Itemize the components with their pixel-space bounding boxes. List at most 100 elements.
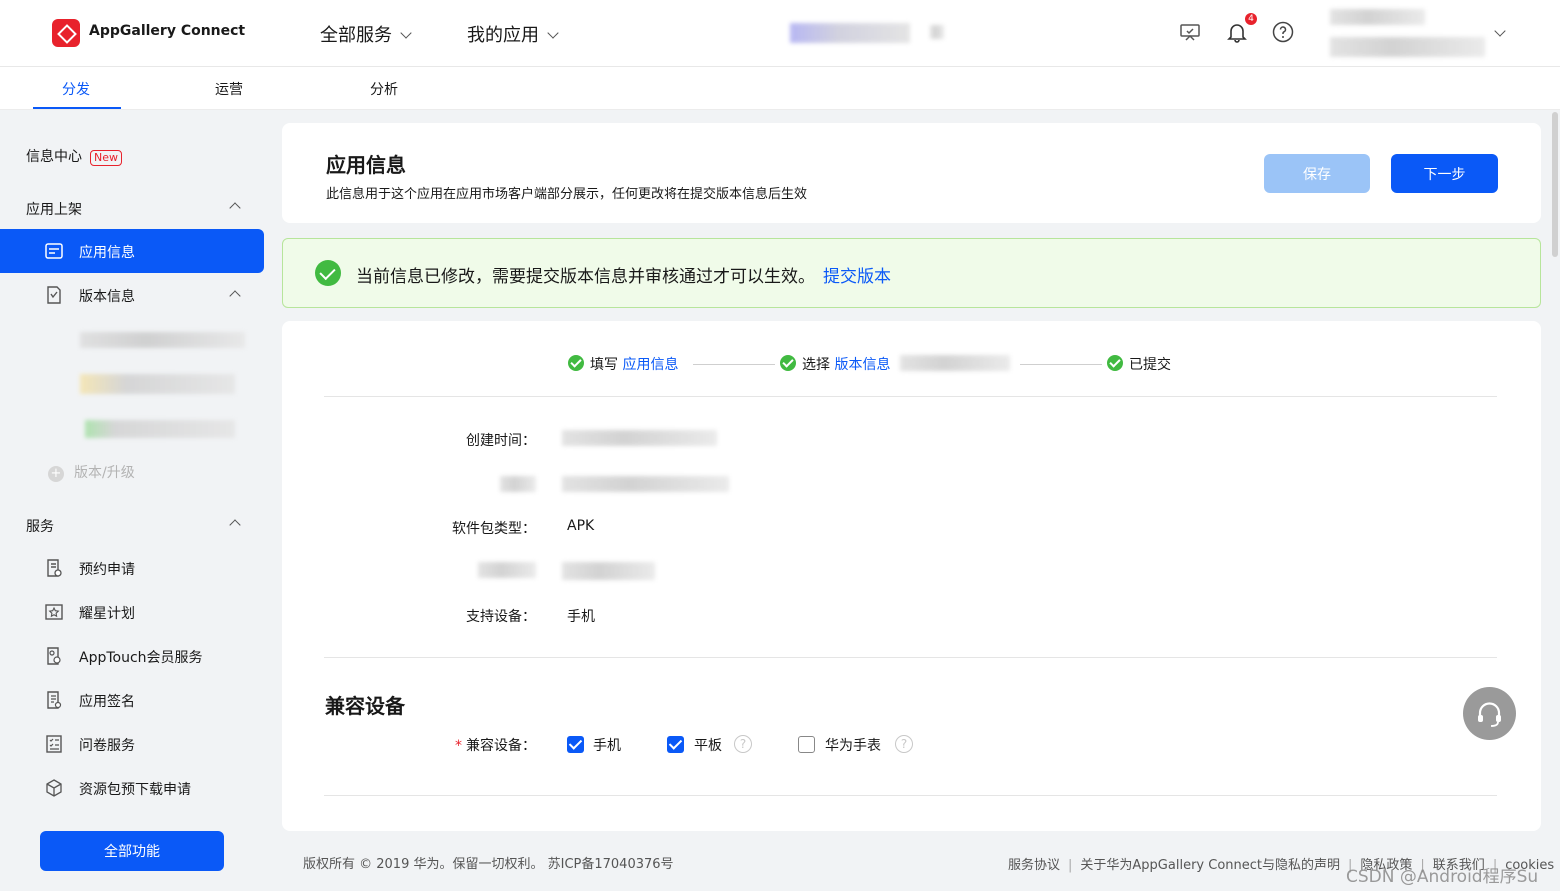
step-select-version: 选择 版本信息 [802,354,890,374]
step-submitted: 已提交 [1129,357,1171,373]
sidebar-item-apptouch-member[interactable]: AppTouch会员服务 [0,634,264,678]
sidebar-item-resource-predownload[interactable]: 资源包预下载申请 [0,766,264,810]
sidebar-item-star-plan[interactable]: 耀星计划 [0,590,264,634]
plus-icon: + [48,466,64,482]
compat-label-text: 兼容设备： [466,738,536,754]
bell-icon[interactable] [1225,20,1249,44]
active-tab-indicator [33,107,121,109]
chevron-up-icon[interactable] [229,202,241,214]
compat-section-title: 兼容设备 [325,694,405,718]
checklist-icon [46,735,62,753]
watch-checkbox-label[interactable]: 华为手表 [825,735,881,755]
tablet-checkbox-label[interactable]: 平板 [694,735,722,755]
new-tag: New [90,150,122,166]
chevron-down-icon [547,27,559,39]
footer-copyright: 版权所有 © 2019 华为。保留一切权利。 苏ICP备17040376号 [303,857,674,872]
page-scrollbar[interactable] [1552,112,1558,257]
add-version-label: 版本/升级 [74,465,135,481]
sidebar-item-info-center[interactable]: 信息中心 New [26,146,122,166]
step-check-icon [568,355,584,371]
member-icon [47,647,61,665]
help-icon[interactable]: ? [734,735,752,753]
help-icon[interactable] [1271,20,1295,44]
redacted-field-value [562,562,655,580]
section-services[interactable]: 服务 [26,516,54,536]
reservation-label: 预约申请 [79,562,135,578]
page-description: 此信息用于这个应用在应用市场客户端部分展示，任何更改将在提交版本信息后生效 [326,187,808,202]
phone-checkbox[interactable] [567,736,584,753]
phone-checkbox-label[interactable]: 手机 [593,735,621,755]
redacted-version-3[interactable] [85,420,235,438]
redacted-field-label [478,562,536,578]
sidebar-item-version-info[interactable]: 版本信息 [0,273,264,317]
watch-checkbox[interactable] [798,736,815,753]
tablet-checkbox[interactable] [667,736,684,753]
step-check-icon [1107,355,1123,371]
customer-service-button[interactable] [1463,687,1516,740]
alert-message: 当前信息已修改，需要提交版本信息并审核通过才可以生效。 提交版本 [356,262,891,287]
sidebar-item-survey[interactable]: 问卷服务 [0,722,264,766]
brand-name[interactable]: AppGallery Connect [89,23,245,39]
footer-link-privacy-statement[interactable]: 关于华为AppGallery Connect与隐私的声明 [1080,858,1340,873]
star-frame-icon [45,604,63,620]
section-app-release[interactable]: 应用上架 [26,199,82,219]
chevron-down-icon [400,27,412,39]
page-header-panel: 应用信息 此信息用于这个应用在应用市场客户端部分展示，任何更改将在提交版本信息后… [282,123,1541,223]
survey-label: 问卷服务 [79,738,135,754]
nav-all-services-label: 全部服务 [320,25,392,46]
nav-my-apps-label: 我的应用 [467,25,539,46]
sidebar-item-reservation[interactable]: 预约申请 [0,546,264,590]
top-bar: AppGallery Connect 全部服务 我的应用 4 [0,0,1560,67]
version-info-label: 版本信息 [79,289,135,305]
supported-devices-label: 支持设备： [466,609,536,625]
step-connector [1020,364,1102,365]
redacted-created-time [562,430,717,446]
user-menu-chevron-icon[interactable] [1494,25,1506,37]
info-center-label: 信息中心 [26,149,82,165]
step-connector [693,364,775,365]
save-button[interactable]: 保存 [1264,154,1370,193]
step2-link[interactable]: 版本信息 [834,357,890,373]
package-type-value: APK [567,518,595,534]
all-functions-button[interactable]: 全部功能 [40,831,224,871]
appgallery-logo-icon[interactable] [52,19,80,47]
redacted-app-name [790,23,910,43]
star-plan-label: 耀星计划 [79,606,135,622]
redacted-field-value [562,476,729,492]
redacted-user-name [1330,9,1425,25]
resource-predownload-label: 资源包预下载申请 [79,782,191,798]
supported-devices-value: 手机 [567,609,595,625]
apptouch-member-label: AppTouch会员服务 [79,650,203,666]
help-icon[interactable]: ? [895,735,913,753]
chevron-up-icon[interactable] [229,519,241,531]
divider [324,396,1497,397]
redacted-version-1[interactable] [80,332,245,348]
success-alert: 当前信息已修改，需要提交版本信息并审核通过才可以生效。 提交版本 [282,238,1541,308]
add-version-button[interactable]: + 版本/升级 [48,462,135,482]
tab-analytics[interactable]: 分析 [370,79,398,99]
tab-operations[interactable]: 运营 [215,79,243,99]
tab-distribution[interactable]: 分发 [62,79,90,99]
step1-link[interactable]: 应用信息 [622,357,678,373]
app-signature-label: 应用签名 [79,694,135,710]
nav-all-services[interactable]: 全部服务 [320,21,412,47]
step2-prefix: 选择 [802,357,830,373]
submit-version-link[interactable]: 提交版本 [823,267,891,287]
sidebar-item-app-signature[interactable]: 应用签名 [0,678,264,722]
sidebar: 信息中心 New 应用上架 应用信息 版本信息 + 版本/升级 服务 预约申请 耀 [0,110,270,891]
created-time-label: 创建时间： [466,433,536,449]
redacted-version-name [900,355,1010,371]
presentation-icon[interactable] [1178,20,1202,44]
watermark: CSDN @Android程序Su [1346,867,1539,887]
redacted-version-2[interactable] [80,374,235,394]
divider [324,657,1497,658]
notification-badge: 4 [1245,13,1257,25]
sidebar-item-app-info[interactable]: 应用信息 [0,229,264,273]
step-fill-app-info: 填写 应用信息 [590,354,678,374]
nav-my-apps[interactable]: 我的应用 [467,21,559,47]
step1-prefix: 填写 [590,357,618,373]
check-circle-icon [315,260,341,286]
sub-tabs: 分发 运营 分析 [0,67,1560,110]
footer-link-terms[interactable]: 服务协议 [1008,858,1060,873]
next-step-button[interactable]: 下一步 [1391,154,1498,193]
